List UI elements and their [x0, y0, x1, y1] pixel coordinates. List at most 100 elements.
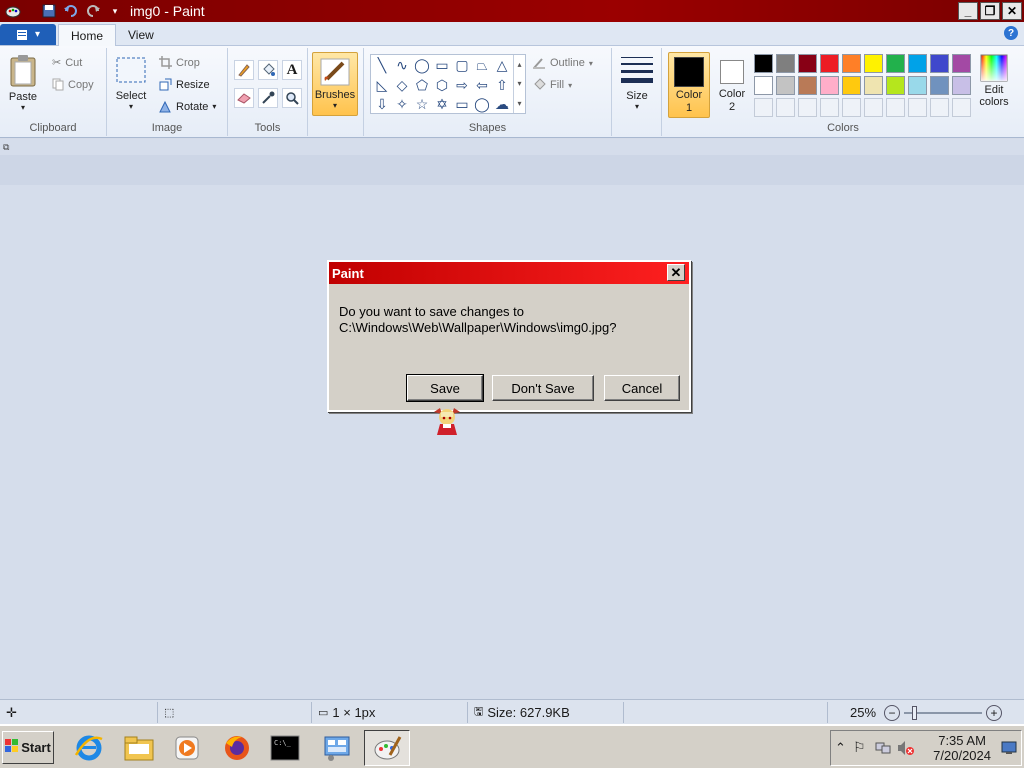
brushes-button[interactable]: Brushes ▾ [312, 52, 358, 116]
custom-color-slot[interactable] [798, 98, 817, 117]
canvas-workspace[interactable]: ⧉ [0, 139, 1024, 699]
custom-color-slot[interactable] [776, 98, 795, 117]
palette-swatch[interactable] [776, 76, 795, 95]
outline-button[interactable]: Outline ▾ [532, 56, 593, 70]
custom-color-slot[interactable] [952, 98, 971, 117]
palette-swatch[interactable] [820, 54, 839, 73]
diamond-shape-icon[interactable]: ◇ [393, 76, 411, 94]
custom-color-slot[interactable] [754, 98, 773, 117]
action-center-flag-icon[interactable]: ⚐ [853, 739, 866, 756]
zoom-slider-thumb[interactable] [912, 705, 918, 720]
zoom-out-icon[interactable]: − [884, 704, 901, 721]
dialog-close-button[interactable]: ✕ [667, 264, 685, 281]
palette-swatch[interactable] [842, 76, 861, 95]
save-icon[interactable] [40, 3, 58, 19]
color-picker-icon[interactable] [258, 88, 278, 108]
crop-button[interactable]: Crop [159, 56, 200, 69]
rectangle-shape-icon[interactable]: ▭ [433, 56, 451, 74]
customize-qat-icon[interactable]: ▾ [106, 3, 124, 19]
palette-swatch[interactable] [952, 76, 971, 95]
save-button[interactable]: Save [406, 374, 484, 402]
palette-swatch[interactable] [842, 54, 861, 73]
zoom-in-icon[interactable]: + [986, 704, 1003, 721]
dont-save-button[interactable]: Don't Save [492, 375, 594, 401]
hexagon-shape-icon[interactable]: ⬡ [433, 76, 451, 94]
line-shape-icon[interactable]: ╲ [373, 56, 391, 74]
rotate-button[interactable]: Rotate ▾ [159, 100, 216, 113]
custom-color-slot[interactable] [930, 98, 949, 117]
restore-button[interactable]: ❐ [980, 2, 1000, 20]
minimize-button[interactable]: _ [958, 2, 978, 20]
pentagon-shape-icon[interactable]: ⬠ [413, 76, 431, 94]
scroll-down-icon[interactable]: ▾ [517, 79, 521, 88]
paint-menu-button[interactable]: ▾ [0, 24, 56, 45]
rounded-rectangle-shape-icon[interactable]: ▢ [453, 56, 471, 74]
help-icon[interactable]: ? [1004, 26, 1018, 40]
palette-swatch[interactable] [886, 76, 905, 95]
close-button[interactable]: ✕ [1002, 2, 1022, 20]
callout-cloud-shape-icon[interactable]: ☁ [493, 95, 511, 113]
resize-button[interactable]: Resize [159, 78, 210, 91]
canvas-image[interactable] [0, 155, 1024, 185]
fill-button[interactable]: Fill ▾ [532, 78, 572, 92]
control-panel-icon[interactable] [314, 730, 360, 766]
cancel-button[interactable]: Cancel [604, 375, 680, 401]
palette-swatch[interactable] [754, 76, 773, 95]
file-explorer-icon[interactable] [116, 730, 162, 766]
palette-swatch[interactable] [864, 76, 883, 95]
palette-swatch[interactable] [820, 76, 839, 95]
palette-swatch[interactable] [864, 54, 883, 73]
custom-color-slot[interactable] [886, 98, 905, 117]
palette-swatch[interactable] [798, 54, 817, 73]
clock[interactable]: 7:35 AM 7/20/2024 [933, 733, 991, 763]
undo-icon[interactable] [62, 3, 80, 19]
edit-colors-button[interactable]: Edit colors [974, 54, 1014, 108]
text-tool-icon[interactable]: A [282, 60, 302, 80]
polygon-shape-icon[interactable]: ⏢ [473, 56, 491, 74]
callout-rect-shape-icon[interactable]: ▭ [453, 95, 471, 113]
left-arrow-shape-icon[interactable]: ⇦ [473, 76, 491, 94]
palette-swatch[interactable] [930, 76, 949, 95]
right-triangle-shape-icon[interactable]: ◺ [373, 76, 391, 94]
paste-button[interactable]: Paste ▾ [8, 54, 38, 112]
internet-explorer-icon[interactable] [66, 730, 112, 766]
scroll-up-icon[interactable]: ▴ [517, 60, 521, 69]
palette-swatch[interactable] [754, 54, 773, 73]
size-button[interactable]: Size ▾ [618, 54, 656, 111]
down-arrow-shape-icon[interactable]: ⇩ [373, 95, 391, 113]
canvas-resize-handle-icon[interactable]: ⧉ [3, 142, 9, 153]
curve-shape-icon[interactable]: ∿ [393, 56, 411, 74]
shapes-scroll[interactable]: ▴ ▾ ▾ [513, 55, 525, 113]
eraser-icon[interactable] [234, 88, 254, 108]
paint-app-icon[interactable] [4, 3, 22, 19]
custom-color-slot[interactable] [820, 98, 839, 117]
select-button[interactable]: Select ▾ [115, 56, 147, 111]
custom-color-slot[interactable] [908, 98, 927, 117]
cut-button[interactable]: ✂ Cut [52, 56, 82, 70]
color1-button[interactable]: Color 1 [668, 52, 710, 118]
custom-color-slot[interactable] [842, 98, 861, 117]
palette-swatch[interactable] [776, 54, 795, 73]
up-arrow-shape-icon[interactable]: ⇧ [493, 76, 511, 94]
right-arrow-shape-icon[interactable]: ⇨ [453, 76, 471, 94]
magnifier-icon[interactable] [282, 88, 302, 108]
palette-swatch[interactable] [930, 54, 949, 73]
callout-oval-shape-icon[interactable]: ◯ [473, 95, 491, 113]
expand-gallery-icon[interactable]: ▾ [517, 99, 521, 108]
triangle-shape-icon[interactable]: △ [493, 56, 511, 74]
tab-view[interactable]: View [116, 24, 166, 46]
network-icon[interactable] [875, 740, 891, 759]
five-point-star-shape-icon[interactable]: ☆ [413, 95, 431, 113]
paint-taskbar-icon[interactable] [364, 730, 410, 766]
copy-button[interactable]: Copy [52, 78, 94, 91]
zoom-slider[interactable] [904, 705, 983, 720]
show-hidden-icons-icon[interactable]: ⌃ [835, 740, 846, 756]
pencil-icon[interactable] [234, 60, 254, 80]
palette-swatch[interactable] [908, 76, 927, 95]
firefox-icon[interactable] [214, 730, 260, 766]
palette-swatch[interactable] [952, 54, 971, 73]
color2-button[interactable]: Color 2 [714, 52, 750, 118]
four-point-star-shape-icon[interactable]: ✧ [393, 95, 411, 113]
fill-bucket-icon[interactable] [258, 60, 278, 80]
palette-swatch[interactable] [798, 76, 817, 95]
